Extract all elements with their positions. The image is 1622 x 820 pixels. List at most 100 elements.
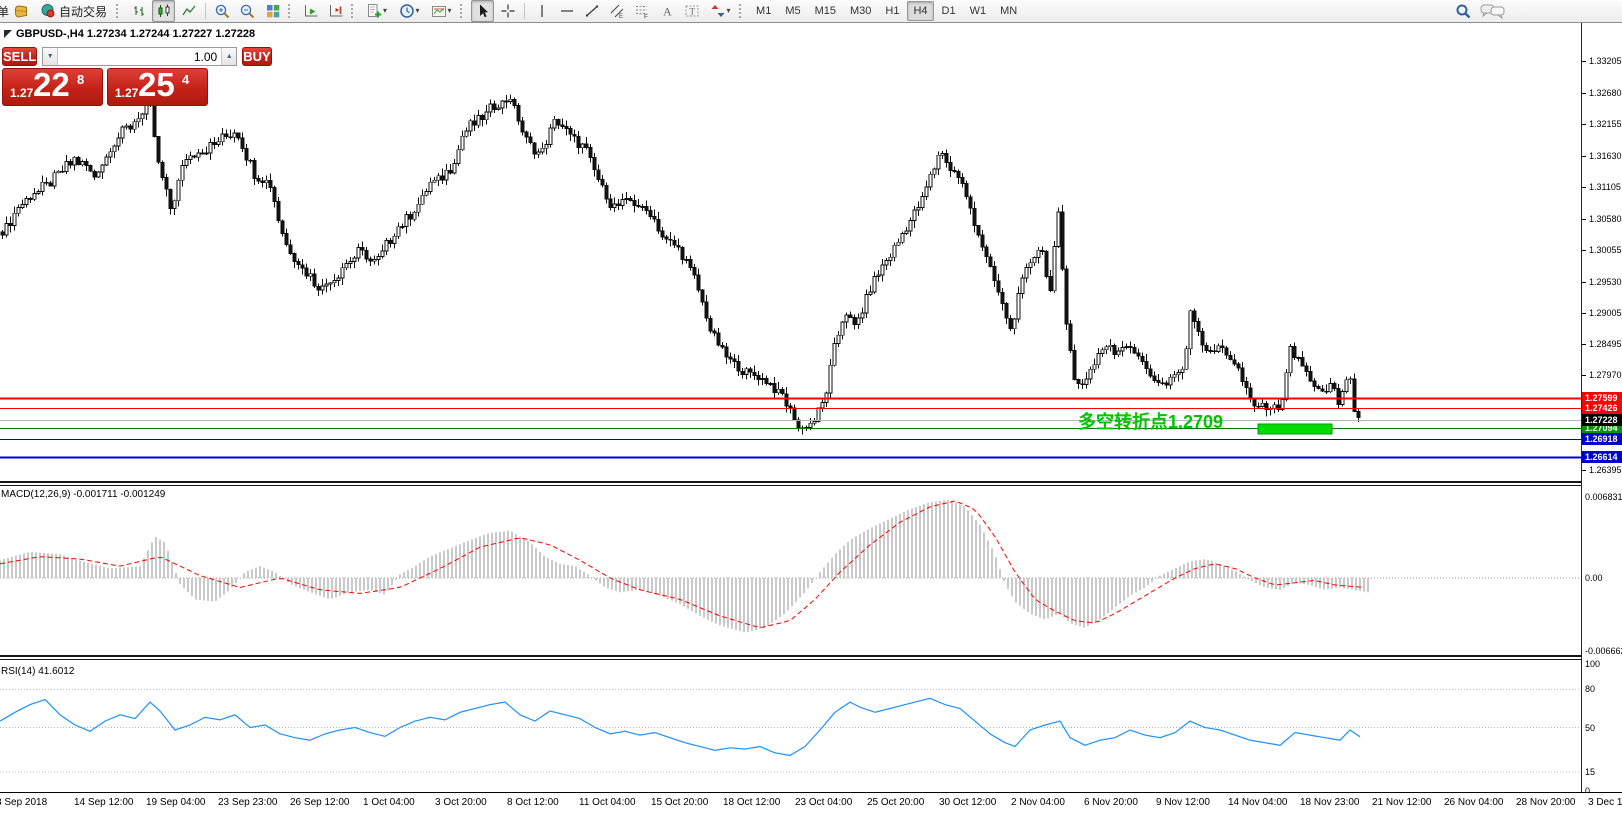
- chevron-down-icon: ▾: [727, 7, 731, 15]
- rsi-scale-label: 15: [1585, 767, 1595, 777]
- chart-title: GBPUSD-,H4 1.27234 1.27244 1.27227 1.272…: [16, 28, 255, 40]
- chevron-down-icon: ▾: [383, 7, 387, 15]
- price-axis-tick: 1.26395: [1589, 465, 1622, 475]
- main-chart-pane[interactable]: [0, 23, 1581, 481]
- vertical-line-tool-button[interactable]: [530, 0, 553, 22]
- date-axis-label: 18 Oct 12:00: [723, 797, 780, 808]
- toolbar-grip[interactable]: [460, 4, 465, 18]
- rsi-scale-label: 100: [1585, 659, 1600, 669]
- buy-price-main: 25: [138, 66, 175, 104]
- arrows-tool-button[interactable]: ▾: [705, 0, 735, 22]
- rsi-indicator-label: RSI(14) 41.6012: [1, 666, 74, 677]
- price-axis-tick: 1.32680: [1589, 88, 1622, 98]
- toolbar-grip[interactable]: [288, 4, 293, 18]
- sell-price-button[interactable]: 1.27 22 8: [2, 68, 103, 106]
- bar-chart-button[interactable]: [127, 0, 150, 22]
- chart-shift-icon: [328, 3, 344, 19]
- search-button[interactable]: [1452, 0, 1475, 22]
- date-axis-label: 14 Sep 12:00: [74, 797, 134, 808]
- price-axis-tick: 1.30580: [1589, 214, 1622, 224]
- date-axis-label: 25 Oct 20:00: [867, 797, 924, 808]
- text-label-icon: T: [684, 3, 700, 19]
- price-axis-tick-mark: [1582, 187, 1586, 188]
- tile-windows-icon: [265, 3, 281, 19]
- macd-indicator-label: MACD(12,26,9) -0.001711 -0.001249: [1, 489, 165, 500]
- new-chart-icon: [367, 3, 382, 19]
- timeframe-button-M15[interactable]: M15: [809, 1, 842, 21]
- equidistant-channel-icon: E: [609, 3, 625, 19]
- templates-button[interactable]: ▾: [426, 0, 456, 22]
- rsi-scale-label: 50: [1585, 723, 1595, 733]
- timeframe-button-MN[interactable]: MN: [994, 1, 1023, 21]
- pivot-annotation: 多空转折点1.2709: [1078, 408, 1223, 434]
- trendline-tool-button[interactable]: [580, 0, 603, 22]
- svg-text:T: T: [689, 7, 695, 17]
- fibonacci-tool-button[interactable]: F: [630, 0, 653, 22]
- price-tag: 1.26614: [1582, 451, 1622, 463]
- timeframe-button-M5[interactable]: M5: [779, 1, 806, 21]
- buy-price-button[interactable]: 1.27 25 4: [107, 68, 208, 106]
- timeframe-button-D1[interactable]: D1: [936, 1, 962, 21]
- price-axis[interactable]: 0.0068314 0.00 -0.0066624 1.332051.32680…: [1581, 23, 1622, 792]
- rsi-scale-label: 80: [1585, 684, 1595, 694]
- candlestick-chart-button[interactable]: [152, 0, 175, 22]
- line-chart-icon: [181, 3, 197, 19]
- tile-windows-button[interactable]: [261, 0, 284, 22]
- zoom-out-button[interactable]: [236, 0, 259, 22]
- one-click-panel-toggle[interactable]: [4, 30, 12, 38]
- date-axis-label: 2 Nov 04:00: [1011, 797, 1065, 808]
- price-axis-tick-mark: [1582, 93, 1586, 94]
- date-axis-label: 30 Oct 12:00: [939, 797, 996, 808]
- toolbar-grip[interactable]: [116, 4, 121, 18]
- rsi-pane[interactable]: [0, 660, 1581, 792]
- price-axis-tick: 1.31105: [1589, 182, 1621, 192]
- buy-button[interactable]: BUY: [242, 47, 271, 66]
- toolbar: 单 自动交易: [0, 0, 1622, 23]
- timeframe-button-H1[interactable]: H1: [879, 1, 905, 21]
- date-axis-label: 21 Nov 12:00: [1372, 797, 1432, 808]
- macd-scale-zero: 0.00: [1585, 573, 1603, 583]
- date-axis-label: 8 Oct 12:00: [507, 797, 559, 808]
- crosshair-button[interactable]: [496, 0, 519, 22]
- autotrading-button[interactable]: 自动交易: [35, 0, 112, 22]
- price-axis-tick-mark: [1582, 156, 1586, 157]
- cursor-icon: [475, 3, 491, 19]
- new-chart-button[interactable]: ▾: [362, 0, 392, 22]
- new-order-button[interactable]: 单: [0, 3, 9, 20]
- timeframe-button-M30[interactable]: M30: [844, 1, 877, 21]
- volume-decrease-button[interactable]: ▼: [43, 48, 58, 65]
- chat-button[interactable]: [1477, 0, 1509, 22]
- timeframe-button-M1[interactable]: M1: [750, 1, 777, 21]
- date-axis-label: 18 Nov 23:00: [1300, 797, 1360, 808]
- mailbox-button[interactable]: [10, 0, 33, 22]
- timeframe-button-W1[interactable]: W1: [964, 1, 993, 21]
- chart-shift-button[interactable]: [324, 0, 347, 22]
- text-tool-button[interactable]: A: [655, 0, 678, 22]
- volume-increase-button[interactable]: ▲: [221, 48, 236, 65]
- macd-pane[interactable]: [0, 486, 1581, 655]
- date-axis-label: 11 Oct 04:00: [579, 797, 636, 808]
- line-chart-button[interactable]: [177, 0, 200, 22]
- date-axis-label: 19 Sep 04:00: [146, 797, 206, 808]
- toolbar-grip[interactable]: [351, 4, 356, 18]
- periods-button[interactable]: ▾: [394, 0, 424, 22]
- arrows-icon: [710, 3, 726, 19]
- equidistant-channel-tool-button[interactable]: E: [605, 0, 628, 22]
- date-axis-label: 1 Oct 04:00: [363, 797, 415, 808]
- price-tag: 1.27228: [1582, 414, 1622, 426]
- auto-scroll-button[interactable]: [299, 0, 322, 22]
- sell-price-sup: 8: [77, 72, 84, 87]
- cursor-button[interactable]: [471, 0, 494, 22]
- date-axis[interactable]: 3 Sep 201814 Sep 12:0019 Sep 04:0023 Sep…: [0, 792, 1622, 820]
- sell-button[interactable]: SELL: [2, 47, 37, 66]
- horizontal-line-tool-button[interactable]: [555, 0, 578, 22]
- timeframe-group: M1M5M15M30H1H4D1W1MN: [749, 1, 1024, 21]
- volume-input[interactable]: [58, 48, 221, 65]
- date-axis-label: 26 Nov 04:00: [1444, 797, 1504, 808]
- text-label-tool-button[interactable]: T: [680, 0, 703, 22]
- toolbar-grip[interactable]: [739, 4, 744, 18]
- timeframe-button-H4[interactable]: H4: [907, 1, 933, 21]
- svg-text:A: A: [663, 5, 672, 19]
- svg-text:E: E: [619, 14, 623, 19]
- zoom-in-button[interactable]: [211, 0, 234, 22]
